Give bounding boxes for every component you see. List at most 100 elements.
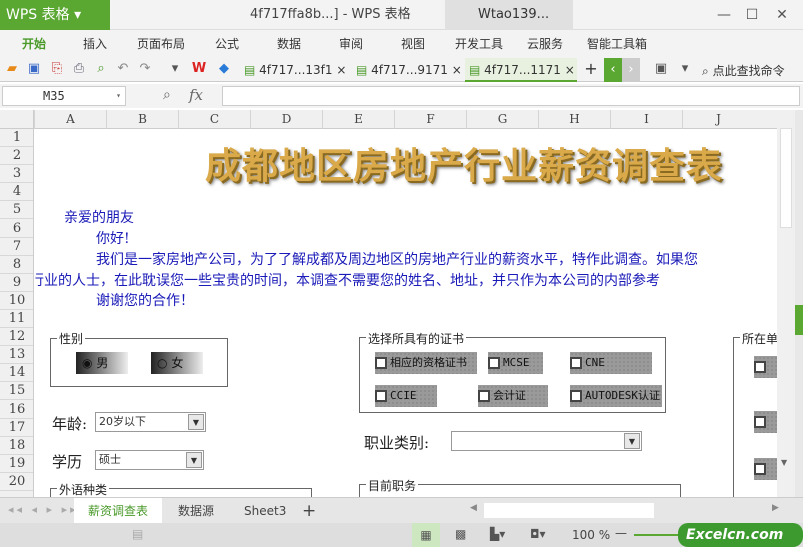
- checkbox-qualification[interactable]: 相应的资格证书: [375, 352, 477, 374]
- add-sheet-button[interactable]: +: [294, 498, 324, 524]
- column-header[interactable]: B: [106, 110, 178, 129]
- chevron-down-icon[interactable]: ▼: [188, 414, 204, 430]
- close-tab-icon[interactable]: ×: [336, 63, 346, 77]
- fx-icon[interactable]: fx: [189, 86, 203, 104]
- row-header[interactable]: 8: [0, 256, 33, 274]
- tab-home[interactable]: 开始: [22, 30, 46, 58]
- chevron-down-icon[interactable]: ▼: [624, 433, 640, 449]
- job-type-select[interactable]: ▼: [451, 431, 642, 451]
- scroll-thumb[interactable]: [484, 503, 654, 518]
- tab-formulas[interactable]: 公式: [215, 30, 239, 58]
- prev-tab-icon[interactable]: ‹: [604, 58, 622, 82]
- checkbox-mcse[interactable]: MCSE: [488, 352, 543, 374]
- education-select[interactable]: 硕士 ▼: [95, 450, 204, 470]
- tab-smart-tools[interactable]: 智能工具箱: [587, 30, 647, 58]
- row-header[interactable]: 4: [0, 183, 33, 202]
- column-header[interactable]: A: [34, 110, 106, 129]
- row-header[interactable]: 6: [0, 220, 33, 238]
- row-header[interactable]: 7: [0, 238, 33, 256]
- page-layout-icon[interactable]: ▙▾: [490, 527, 505, 541]
- new-tab-icon[interactable]: +: [582, 60, 600, 78]
- tab-review[interactable]: 审阅: [339, 30, 363, 58]
- cube-icon[interactable]: ◆: [215, 60, 233, 78]
- search-command[interactable]: ⌕ 点此查找命令: [702, 62, 785, 79]
- column-header[interactable]: I: [610, 110, 682, 129]
- row-header[interactable]: 14: [0, 364, 33, 383]
- location-checkbox[interactable]: [754, 411, 777, 433]
- wps-logo-menu[interactable]: WPS 表格 ▾: [0, 0, 110, 30]
- row-header[interactable]: 3: [0, 165, 33, 184]
- save-icon[interactable]: ▣: [25, 60, 43, 78]
- minimize-button[interactable]: —: [712, 0, 736, 30]
- age-select[interactable]: 20岁以下 ▼: [95, 412, 206, 432]
- tab-cloud[interactable]: 云服务: [527, 30, 563, 58]
- scroll-thumb[interactable]: [780, 128, 792, 228]
- column-header[interactable]: H: [538, 110, 610, 129]
- sheet-tab-data-source[interactable]: 数据源: [164, 498, 228, 524]
- user-account[interactable]: Wtao139...: [445, 0, 573, 30]
- zoom-out-button[interactable]: —: [615, 526, 627, 540]
- radio-male[interactable]: ◉ 男: [76, 352, 128, 374]
- row-header[interactable]: 16: [0, 401, 33, 419]
- scroll-right-icon[interactable]: ▶: [772, 503, 779, 513]
- row-header[interactable]: 15: [0, 382, 33, 401]
- checkbox-accounting[interactable]: 会计证: [478, 385, 548, 407]
- row-header[interactable]: 17: [0, 419, 33, 437]
- tab-data[interactable]: 数据: [277, 30, 301, 58]
- print-preview-icon[interactable]: ⌕: [92, 60, 110, 78]
- more-dropdown-icon[interactable]: ▾: [166, 60, 184, 78]
- tab-page-layout[interactable]: 页面布局: [137, 30, 185, 58]
- close-tab-icon[interactable]: ×: [565, 63, 575, 77]
- sheet-tab-sheet3[interactable]: Sheet3: [230, 498, 300, 524]
- close-tab-icon[interactable]: ×: [452, 63, 462, 77]
- row-header[interactable]: 18: [0, 437, 33, 455]
- sheet-tab-salary-survey[interactable]: 薪资调查表: [74, 498, 163, 524]
- row-header[interactable]: 9: [0, 274, 33, 292]
- chevron-down-icon[interactable]: ▾: [116, 87, 121, 105]
- row-header[interactable]: 19: [0, 455, 33, 473]
- zoom-formula-icon[interactable]: ⌕: [163, 87, 171, 103]
- location-checkbox[interactable]: [754, 356, 777, 378]
- wps-icon[interactable]: W: [190, 60, 208, 78]
- vertical-scrollbar[interactable]: ▼: [777, 110, 795, 497]
- column-header[interactable]: G: [466, 110, 538, 129]
- checkbox-ccie[interactable]: CCIE: [375, 385, 437, 407]
- sheet-area[interactable]: 成都地区房地产行业薪资调查表 亲爱的朋友 你好! 我们是一家房地产公司，为了了解…: [35, 129, 777, 497]
- horizontal-scrollbar[interactable]: ◀ ▶: [470, 503, 790, 518]
- print-icon[interactable]: ⎙: [70, 60, 88, 78]
- row-header[interactable]: 12: [0, 328, 33, 347]
- next-tab-icon[interactable]: ›: [622, 58, 640, 82]
- column-header[interactable]: E: [322, 110, 394, 129]
- close-button[interactable]: ✕: [770, 0, 794, 30]
- window-icon[interactable]: ▣: [652, 60, 670, 78]
- doc-tab-active[interactable]: ▤ 4f717...1171 ×: [465, 58, 577, 82]
- checkbox-cne[interactable]: CNE: [570, 352, 652, 374]
- tab-developer[interactable]: 开发工具: [455, 30, 503, 58]
- radio-female[interactable]: ○ 女: [151, 352, 203, 374]
- page-break-view-icon[interactable]: ▩: [455, 527, 466, 541]
- chevron-down-icon[interactable]: ▼: [186, 452, 202, 468]
- column-header[interactable]: C: [178, 110, 250, 129]
- scroll-left-icon[interactable]: ◀: [470, 503, 477, 513]
- row-header[interactable]: 2: [0, 147, 33, 166]
- maximize-button[interactable]: ☐: [740, 0, 764, 30]
- select-all-corner[interactable]: [0, 110, 34, 129]
- row-header[interactable]: 13: [0, 346, 33, 365]
- row-header[interactable]: 1: [0, 129, 33, 148]
- tab-view[interactable]: 视图: [401, 30, 425, 58]
- doc-tab[interactable]: ▤ 4f717...13f1 ×: [240, 58, 352, 82]
- row-header[interactable]: 5: [0, 201, 33, 220]
- column-header[interactable]: F: [394, 110, 466, 129]
- eye-protect-icon[interactable]: ◘▾: [530, 527, 546, 541]
- undo-icon[interactable]: ↶: [114, 60, 132, 78]
- scroll-down-icon[interactable]: ▼: [781, 458, 787, 467]
- macro-icon[interactable]: ▤: [132, 527, 143, 541]
- checkbox-autodesk[interactable]: AUTODESK认证: [570, 385, 662, 407]
- location-checkbox[interactable]: [754, 458, 777, 480]
- row-header[interactable]: 10: [0, 292, 33, 310]
- normal-view-icon[interactable]: ▦: [412, 523, 440, 547]
- zoom-slider[interactable]: [634, 534, 684, 536]
- sheet-nav-arrows[interactable]: ◂◂ ◂ ▸ ▸▸: [8, 503, 79, 516]
- formula-input[interactable]: [222, 86, 800, 106]
- tab-insert[interactable]: 插入: [83, 30, 107, 58]
